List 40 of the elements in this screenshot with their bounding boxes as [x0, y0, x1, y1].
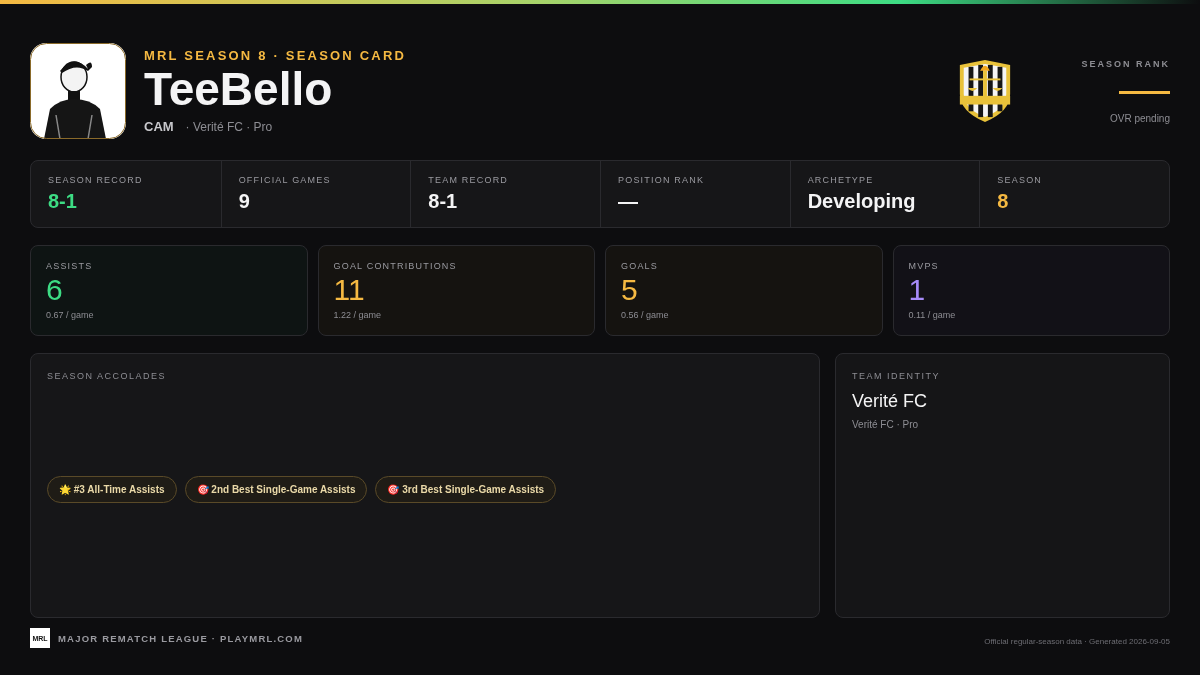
stat-label: SEASON [997, 175, 1044, 185]
stat-label: OFFICIAL GAMES [238, 175, 332, 185]
ovr-status: OVR pending [1109, 112, 1170, 124]
team-detail: Verité FC · Pro [852, 419, 920, 430]
stat-value: 8 [997, 190, 1010, 213]
per-game-rate: 0.56 / game [621, 310, 670, 320]
position-label: CAM [144, 119, 174, 135]
team-label: · Verité FC · Pro [185, 120, 273, 135]
per-game-rate: 0.11 / game [908, 310, 957, 320]
per-game-rate: 1.22 / game [333, 310, 383, 320]
stat-label: GOAL CONTRIBUTIONS [333, 261, 458, 271]
stat-value: 8-1 [428, 190, 459, 213]
per-game-rate: 0.67 / game [46, 310, 95, 320]
panel-title: TEAM IDENTITY [852, 371, 941, 381]
accolade-tag: 🌟 #3 All-Time Assists [47, 476, 177, 503]
accolade-tag: 🎯 3rd Best Single-Game Assists [375, 476, 557, 503]
stat-value: 9 [238, 190, 251, 213]
stat-value: 1 [908, 273, 927, 306]
stat-label: ASSISTS [46, 261, 94, 271]
stat-value: 11 [333, 273, 366, 306]
panel-title: SEASON ACCOLADES [47, 371, 168, 381]
season-rank-label: SEASON RANK [1081, 58, 1170, 69]
stat-value: 6 [46, 273, 64, 306]
stat-value: 8-1 [48, 190, 78, 213]
stat-label: SEASON RECORD [48, 175, 144, 185]
stat-value: 5 [621, 273, 639, 306]
stat-value: Developing [807, 190, 917, 213]
stat-label: MVPS [908, 261, 940, 271]
season-rank-value: — [1119, 82, 1170, 99]
stat-label: ARCHETYPE [807, 175, 875, 185]
stat-label: POSITION RANK [618, 175, 706, 185]
data-note: Official regular-season data · Generated 2026-09-05 [984, 636, 1170, 646]
team-name: Verité FC [852, 391, 929, 412]
stat-value: — [618, 190, 639, 213]
stat-label: GOALS [621, 261, 659, 271]
stat-label: TEAM RECORD [428, 175, 510, 185]
accolade-tag: 🎯 2nd Best Single-Game Assists [184, 476, 368, 503]
player-name: TeeBello [144, 64, 334, 114]
season-card-label: MRL SEASON 8 · SEASON CARD [144, 47, 408, 63]
league-name: MAJOR REMATCH LEAGUE · PLAYMRL.COM [58, 632, 305, 644]
